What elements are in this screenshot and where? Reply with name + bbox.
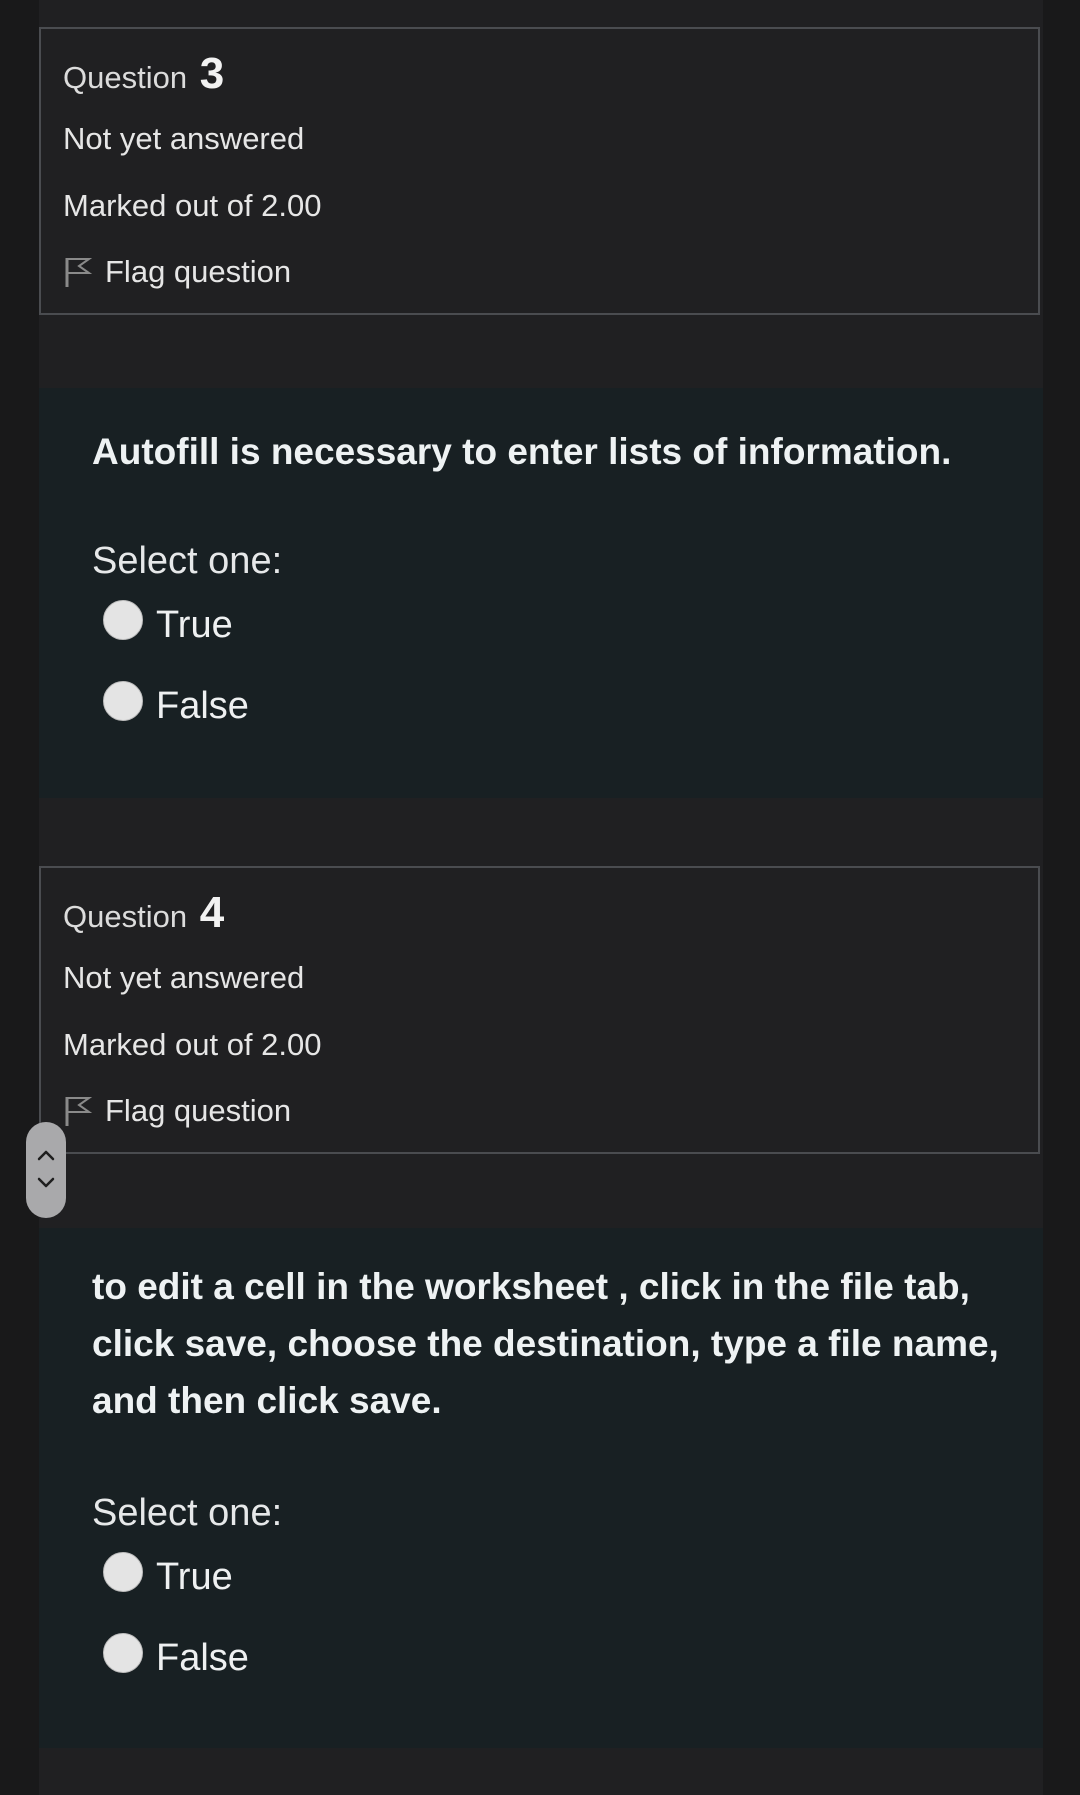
radio-false[interactable]	[103, 1632, 143, 1673]
option-label-false: False	[156, 1637, 249, 1679]
question-3-info: Question 3 Not yet answered Marked out o…	[39, 27, 1040, 315]
question-number: Question 3	[63, 49, 224, 99]
question-number: Question 4	[63, 888, 224, 938]
question-state: Not yet answered	[63, 960, 305, 995]
question-number-value: 3	[199, 49, 225, 98]
chevron-down-icon	[37, 1177, 55, 1188]
question-text: Autofill is necessary to enter lists of …	[92, 431, 952, 472]
option-true[interactable]: True	[103, 1551, 233, 1599]
flag-question-label: Flag question	[105, 1093, 292, 1128]
option-label-false: False	[156, 685, 249, 727]
chevron-up-icon	[37, 1150, 55, 1161]
radio-true[interactable]	[103, 599, 143, 640]
select-one-prompt: Select one:	[92, 540, 283, 582]
flag-icon	[63, 255, 93, 289]
question-number-value: 4	[199, 888, 225, 937]
scroll-handle[interactable]	[26, 1122, 66, 1218]
question-4-info: Question 4 Not yet answered Marked out o…	[39, 866, 1040, 1154]
flag-question-button[interactable]: Flag question	[63, 1093, 291, 1129]
question-4-content: to edit a cell in the worksheet , click …	[39, 1228, 1043, 1748]
option-label-true: True	[156, 1556, 233, 1598]
option-label-true: True	[156, 604, 233, 646]
question-text: to edit a cell in the worksheet , click …	[92, 1266, 999, 1421]
option-true[interactable]: True	[103, 599, 233, 647]
flag-question-label: Flag question	[105, 254, 292, 289]
flag-icon	[63, 1094, 93, 1128]
question-grade: Marked out of 2.00	[63, 188, 322, 223]
radio-true[interactable]	[103, 1551, 143, 1592]
select-one-prompt: Select one:	[92, 1492, 283, 1534]
option-false[interactable]: False	[103, 680, 249, 728]
question-label: Question	[63, 60, 188, 95]
question-state: Not yet answered	[63, 121, 305, 156]
flag-question-button[interactable]: Flag question	[63, 254, 291, 290]
option-false[interactable]: False	[103, 1632, 249, 1680]
question-grade: Marked out of 2.00	[63, 1027, 322, 1062]
question-label: Question	[63, 899, 188, 934]
question-3-content: Autofill is necessary to enter lists of …	[39, 388, 1043, 798]
radio-false[interactable]	[103, 680, 143, 721]
